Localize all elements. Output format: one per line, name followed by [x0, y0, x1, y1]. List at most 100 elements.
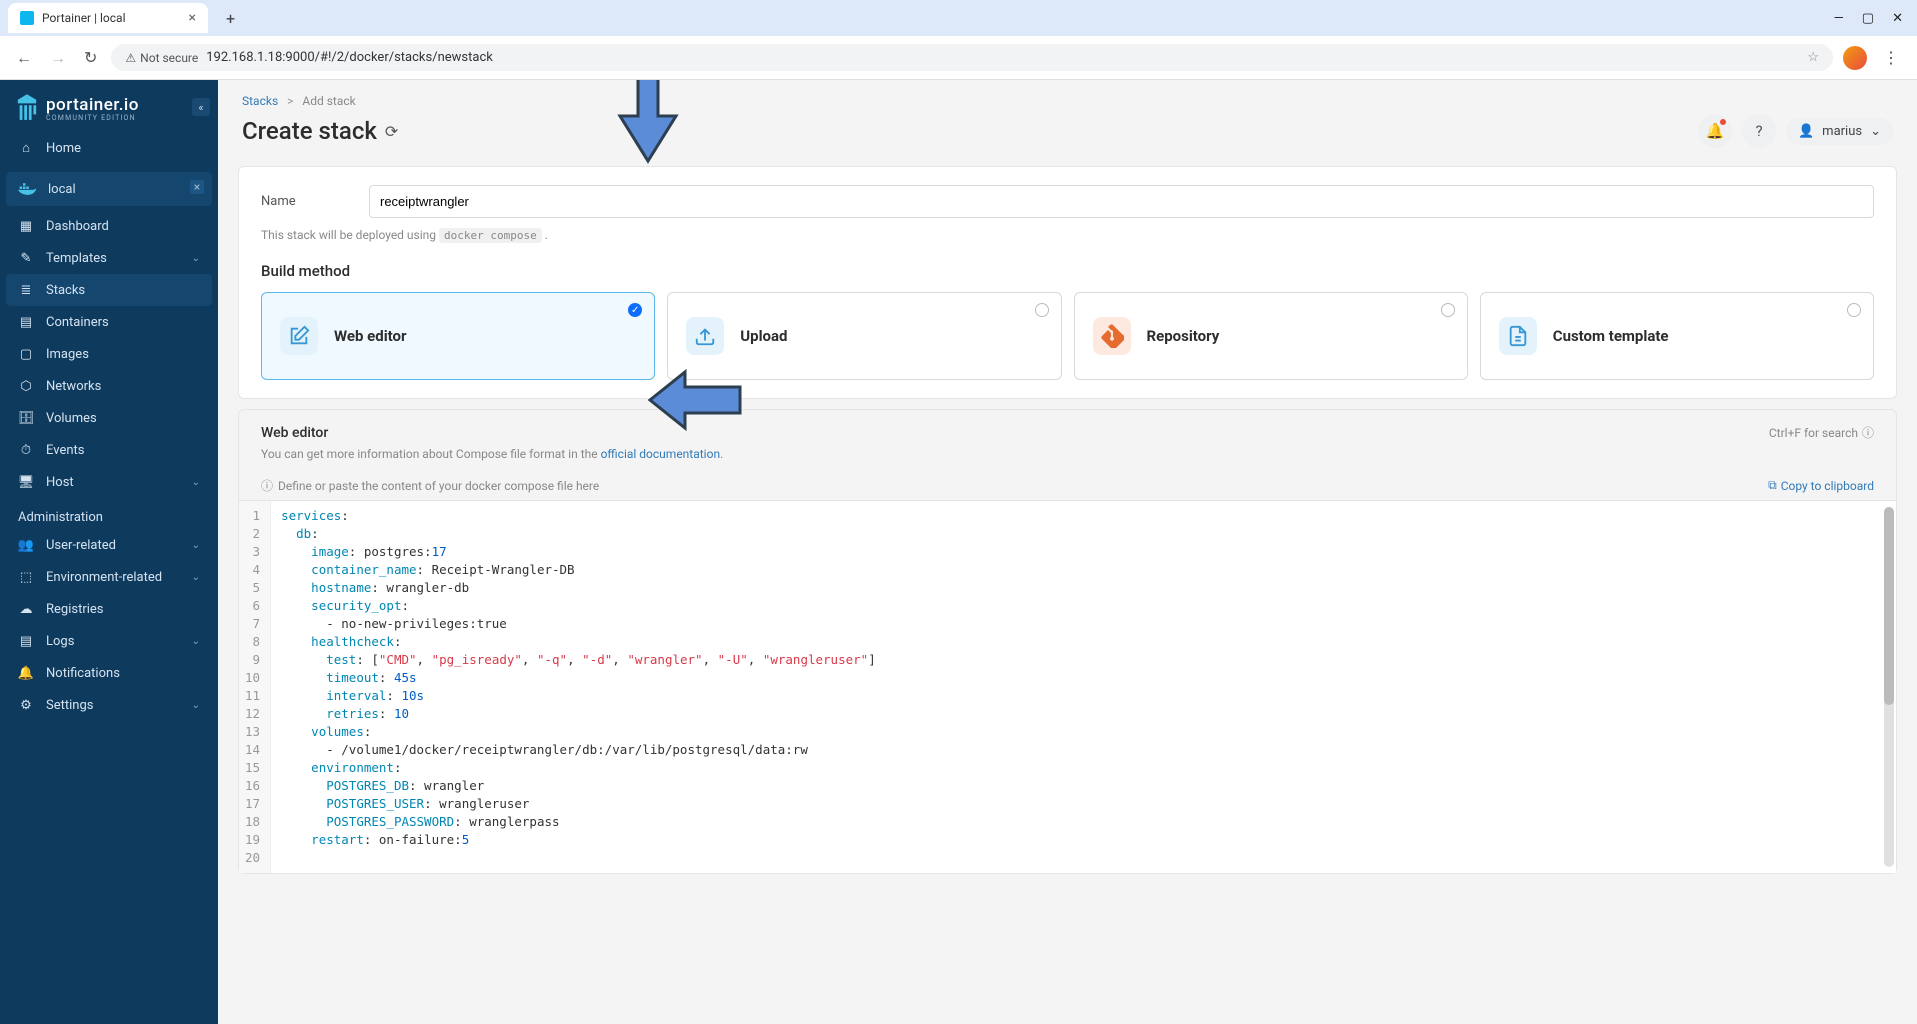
nav-icon: ✎	[18, 250, 34, 266]
line-numbers: 1234567891011121314151617181920	[239, 501, 271, 873]
sidebar-item-stacks[interactable]: ≣Stacks	[6, 274, 212, 306]
refresh-icon[interactable]: ⟳	[385, 122, 398, 141]
window-minimize-icon[interactable]: —	[1834, 11, 1844, 26]
nav-icon: ⬡	[18, 378, 34, 394]
nav-icon: ⚙	[18, 697, 34, 713]
brand-edition: COMMUNITY EDITION	[46, 114, 139, 122]
method-label: Repository	[1147, 327, 1220, 345]
sidebar-item-logs[interactable]: ▤Logs⌄	[0, 625, 218, 657]
sidebar-item-home[interactable]: ⌂ Home	[0, 132, 218, 164]
sidebar-item-user-related[interactable]: 👥User-related⌄	[0, 529, 218, 561]
tab-close-icon[interactable]: ×	[189, 10, 196, 26]
sidebar-item-templates[interactable]: ✎Templates⌄	[0, 242, 218, 274]
nav-icon: ⏱	[18, 442, 34, 458]
stack-name-input[interactable]	[369, 185, 1874, 218]
breadcrumb-parent[interactable]: Stacks	[242, 94, 278, 108]
code-editor[interactable]: 1234567891011121314151617181920 services…	[239, 500, 1896, 873]
sidebar-item-networks[interactable]: ⬡Networks	[0, 370, 218, 402]
sidebar-item-containers[interactable]: ▤Containers	[0, 306, 218, 338]
edit-icon	[280, 317, 318, 355]
chevron-down-icon: ⌄	[192, 477, 200, 488]
nav-icon: 🔔	[18, 665, 34, 681]
brand-name: portainer.io	[46, 95, 139, 115]
nav-icon: ☁	[18, 601, 34, 617]
nav-icon: 👥	[18, 537, 34, 553]
main-content: Stacks > Add stack Create stack ⟳ 🔔 ? 👤	[218, 80, 1917, 1024]
editor-search-hint: Ctrl+F for search ⓘ	[1769, 424, 1874, 441]
editor-title: Web editor	[261, 425, 328, 441]
nav-icon: 🗄	[18, 410, 34, 426]
security-badge[interactable]: ⚠ Not secure	[125, 51, 198, 65]
brand-logo[interactable]: portainer.io COMMUNITY EDITION	[0, 80, 218, 132]
nav-icon: 🖥	[18, 474, 34, 490]
chevron-down-icon: ⌄	[192, 700, 200, 711]
username: marius	[1822, 124, 1862, 139]
chevron-down-icon: ⌄	[192, 636, 200, 647]
browser-menu-icon[interactable]: ⋮	[1877, 48, 1905, 67]
env-close-icon[interactable]: ×	[190, 180, 204, 194]
window-close-icon[interactable]: ✕	[1892, 11, 1903, 26]
url-text: 192.168.1.18:9000/#!/2/docker/stacks/new…	[206, 50, 493, 65]
nav-icon: ▢	[18, 346, 34, 362]
tab-title: Portainer | local	[42, 11, 126, 25]
sidebar-item-settings[interactable]: ⚙Settings⌄	[0, 689, 218, 721]
docs-link[interactable]: official documentation	[601, 447, 721, 461]
method-radio	[1441, 303, 1455, 317]
chevron-down-icon: ⌄	[192, 253, 200, 264]
sidebar-item-images[interactable]: ▢Images	[0, 338, 218, 370]
editor-hint: ⓘ Define or paste the content of your do…	[261, 477, 599, 494]
new-tab-button[interactable]: +	[218, 5, 243, 32]
editor-description: You can get more information about Compo…	[239, 447, 1896, 471]
breadcrumb-current: Add stack	[302, 94, 355, 108]
user-menu[interactable]: 👤 marius ⌄	[1786, 118, 1893, 145]
browser-tab[interactable]: Portainer | local ×	[8, 3, 208, 33]
nav-icon: ▤	[18, 314, 34, 330]
copy-to-clipboard-button[interactable]: ⧉ Copy to clipboard	[1768, 478, 1874, 493]
sidebar-collapse-button[interactable]: «	[192, 98, 210, 116]
method-label: Custom template	[1553, 327, 1669, 345]
build-method-heading: Build method	[261, 262, 1874, 280]
sidebar-item-events[interactable]: ⏱Events	[0, 434, 218, 466]
notifications-button[interactable]: 🔔	[1698, 114, 1732, 148]
nav-icon: ▦	[18, 218, 34, 234]
nav-back-icon[interactable]: ←	[12, 46, 36, 70]
copy-icon: ⧉	[1768, 478, 1777, 493]
profile-avatar[interactable]	[1843, 46, 1867, 70]
sidebar-item-environment-related[interactable]: ⬚Environment-related⌄	[0, 561, 218, 593]
chevron-down-icon: ⌄	[1870, 124, 1881, 139]
admin-section-label: Administration	[0, 498, 218, 529]
nav-reload-icon[interactable]: ↻	[80, 46, 101, 69]
sidebar: portainer.io COMMUNITY EDITION « ⌂ Home …	[0, 80, 218, 1024]
help-button[interactable]: ?	[1742, 114, 1776, 148]
sidebar-item-notifications[interactable]: 🔔Notifications	[0, 657, 218, 689]
sidebar-item-dashboard[interactable]: ▦Dashboard	[0, 210, 218, 242]
nav-forward-icon: →	[46, 46, 70, 70]
bookmark-star-icon[interactable]: ☆	[1807, 50, 1819, 65]
deploy-note: This stack will be deployed using docker…	[261, 228, 1874, 242]
tab-favicon	[20, 11, 34, 25]
breadcrumb: Stacks > Add stack	[242, 94, 1893, 108]
window-maximize-icon[interactable]: ▢	[1862, 11, 1874, 26]
template-icon	[1499, 317, 1537, 355]
url-bar[interactable]: ⚠ Not secure 192.168.1.18:9000/#!/2/dock…	[111, 44, 1833, 71]
page-title: Create stack ⟳	[242, 117, 398, 145]
info-icon: ⓘ	[261, 477, 273, 494]
method-card-repository[interactable]: Repository	[1074, 292, 1468, 380]
sidebar-item-host[interactable]: 🖥Host⌄	[0, 466, 218, 498]
portainer-logo-icon	[16, 94, 38, 122]
git-icon	[1093, 317, 1131, 355]
sidebar-item-registries[interactable]: ☁Registries	[0, 593, 218, 625]
nav-icon: ⬚	[18, 569, 34, 585]
method-card-custom-template[interactable]: Custom template	[1480, 292, 1874, 380]
code-body[interactable]: services: db: image: postgres:17 contain…	[271, 501, 1896, 873]
help-icon[interactable]: ⓘ	[1862, 424, 1874, 441]
name-label: Name	[261, 194, 351, 209]
environment-badge[interactable]: local ×	[6, 172, 212, 206]
method-card-web-editor[interactable]: Web editor	[261, 292, 655, 380]
chevron-down-icon: ⌄	[192, 572, 200, 583]
sidebar-item-volumes[interactable]: 🗄Volumes	[0, 402, 218, 434]
editor-scrollbar[interactable]	[1884, 507, 1894, 867]
chevron-down-icon: ⌄	[192, 540, 200, 551]
help-icon: ?	[1755, 122, 1762, 140]
method-card-upload[interactable]: Upload	[667, 292, 1061, 380]
